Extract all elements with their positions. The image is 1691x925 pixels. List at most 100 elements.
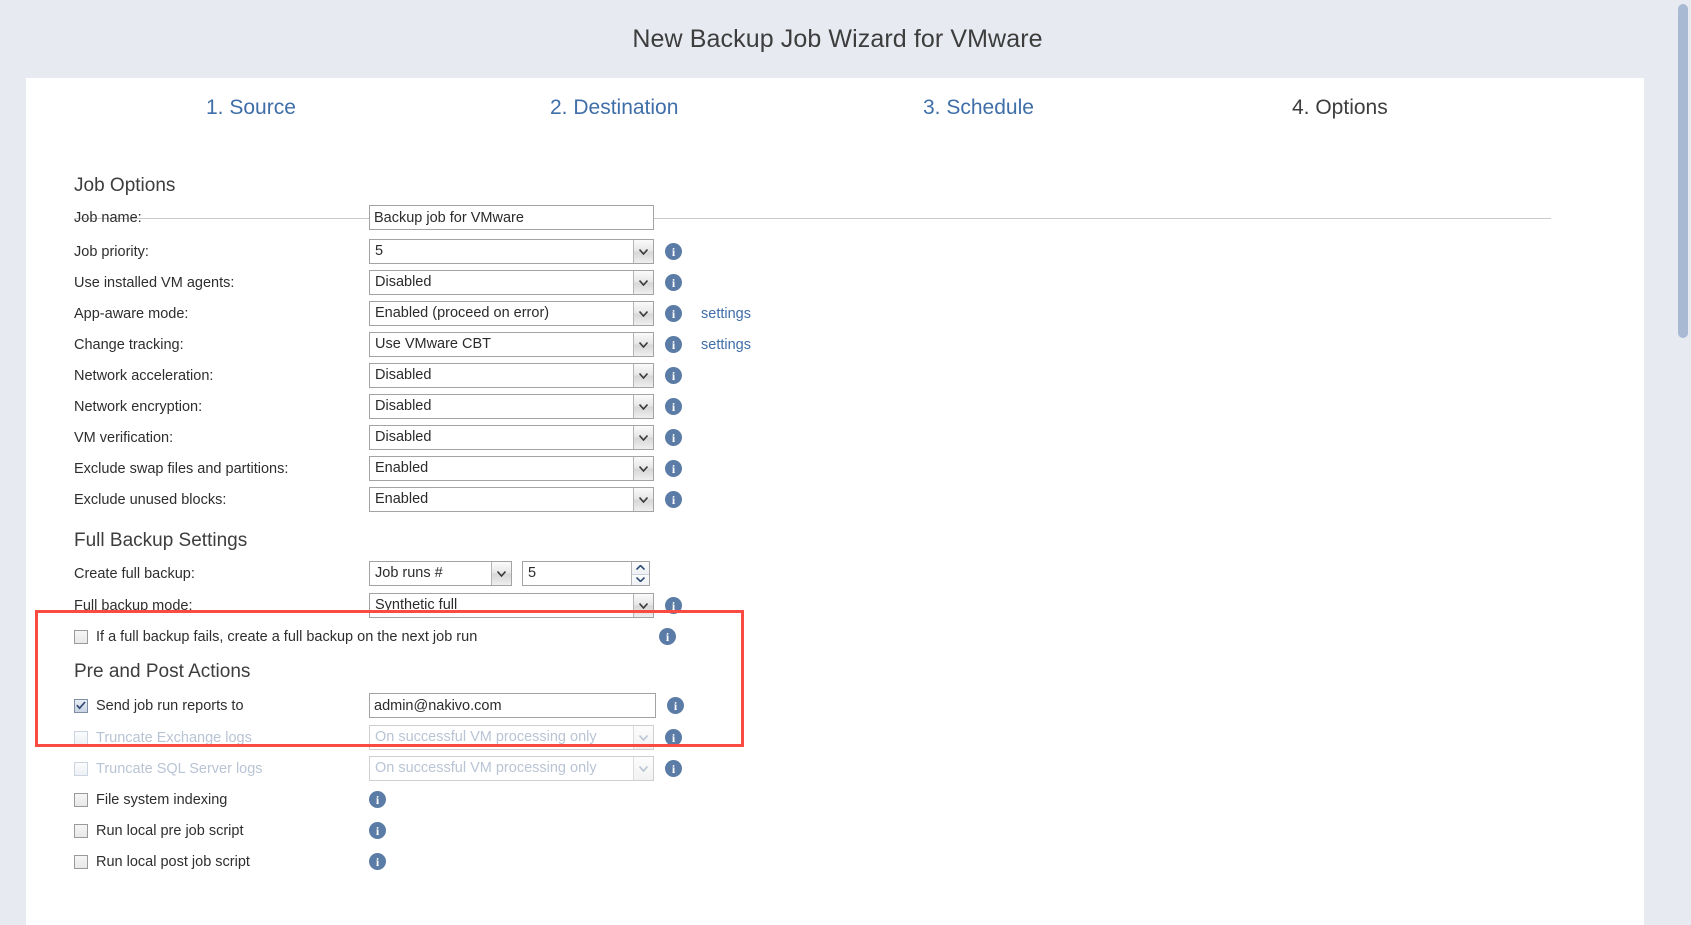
send-job-run-reports-info-icon[interactable]: i — [667, 697, 684, 714]
network-encryption-select[interactable]: Disabled — [369, 394, 654, 419]
stepper-up-icon[interactable] — [631, 562, 649, 574]
wizard-step-options[interactable]: 4. Options — [1292, 96, 1388, 120]
exclude-swap-files-label: Exclude swap files and partitions: — [74, 461, 369, 477]
vm-verification-info-icon[interactable]: i — [665, 429, 682, 446]
row-truncate-exchange-logs: Truncate Exchange logs On successful VM … — [74, 722, 682, 753]
retry-full-backup-info-icon[interactable]: i — [659, 628, 676, 645]
file-system-indexing-info-icon[interactable]: i — [369, 791, 386, 808]
create-full-backup-label: Create full backup: — [74, 566, 369, 582]
chevron-down-icon — [633, 333, 653, 356]
network-acceleration-value: Disabled — [375, 367, 431, 383]
chevron-down-icon — [633, 364, 653, 387]
send-job-run-reports-label[interactable]: Send job run reports to — [96, 698, 244, 714]
job-name-input[interactable] — [369, 205, 654, 230]
page-scrollbar-thumb[interactable] — [1678, 4, 1688, 338]
row-truncate-sql-logs: Truncate SQL Server logs On successful V… — [74, 753, 682, 784]
create-full-backup-mode-select[interactable]: Job runs # — [369, 561, 512, 586]
create-full-backup-count-value: 5 — [528, 565, 536, 581]
page-scrollbar-track[interactable] — [1675, 0, 1691, 925]
row-use-installed-vm-agents: Use installed VM agents: Disabled i — [74, 267, 682, 298]
exclude-unused-blocks-value: Enabled — [375, 491, 428, 507]
row-full-backup-mode: Full backup mode: Synthetic full i — [74, 590, 682, 621]
job-options-section-title: Job Options — [74, 175, 175, 197]
send-job-run-reports-checkbox[interactable] — [74, 699, 88, 713]
job-priority-label: Job priority: — [74, 244, 369, 260]
row-app-aware-mode: App-aware mode: Enabled (proceed on erro… — [74, 298, 751, 329]
send-job-run-reports-email-input[interactable] — [369, 693, 656, 718]
job-priority-select[interactable]: 5 — [369, 239, 654, 264]
vm-verification-value: Disabled — [375, 429, 431, 445]
row-create-full-backup: Create full backup: Job runs # 5 — [74, 558, 650, 589]
chevron-down-icon — [633, 757, 653, 780]
chevron-down-icon — [633, 488, 653, 511]
run-local-post-job-script-info-icon[interactable]: i — [369, 853, 386, 870]
truncate-exchange-logs-info-icon[interactable]: i — [665, 729, 682, 746]
network-encryption-info-icon[interactable]: i — [665, 398, 682, 415]
chevron-down-icon — [633, 594, 653, 617]
create-full-backup-count-stepper[interactable]: 5 — [522, 561, 650, 586]
chevron-down-icon — [633, 726, 653, 749]
row-change-tracking: Change tracking: Use VMware CBT i settin… — [74, 329, 751, 360]
run-local-pre-job-script-label[interactable]: Run local pre job script — [96, 823, 244, 839]
full-backup-mode-select[interactable]: Synthetic full — [369, 593, 654, 618]
wizard-step-nav: 1. Source 2. Destination 3. Schedule 4. … — [48, 78, 1622, 140]
exclude-unused-blocks-label: Exclude unused blocks: — [74, 492, 369, 508]
app-aware-mode-info-icon[interactable]: i — [665, 305, 682, 322]
truncate-exchange-logs-checkbox — [74, 731, 88, 745]
network-acceleration-info-icon[interactable]: i — [665, 367, 682, 384]
wizard-window: New Backup Job Wizard for VMware 1. Sour… — [0, 0, 1691, 925]
row-network-acceleration: Network acceleration: Disabled i — [74, 360, 682, 391]
row-run-local-pre-job-script: Run local pre job script i — [74, 815, 386, 846]
run-local-post-job-script-checkbox[interactable] — [74, 855, 88, 869]
row-exclude-unused-blocks: Exclude unused blocks: Enabled i — [74, 484, 682, 515]
exclude-swap-files-select[interactable]: Enabled — [369, 456, 654, 481]
chevron-down-icon — [633, 240, 653, 263]
run-local-pre-job-script-info-icon[interactable]: i — [369, 822, 386, 839]
job-name-label: Job name: — [74, 210, 369, 226]
wizard-step-schedule[interactable]: 3. Schedule — [923, 96, 1034, 120]
row-send-job-run-reports: Send job run reports to i — [74, 690, 684, 721]
vm-verification-select[interactable]: Disabled — [369, 425, 654, 450]
run-local-pre-job-script-checkbox[interactable] — [74, 824, 88, 838]
exclude-unused-blocks-info-icon[interactable]: i — [665, 491, 682, 508]
stepper-buttons — [631, 562, 649, 585]
job-priority-info-icon[interactable]: i — [665, 243, 682, 260]
row-job-priority: Job priority: 5 i — [74, 236, 682, 267]
network-acceleration-select[interactable]: Disabled — [369, 363, 654, 388]
pre-post-actions-section-title: Pre and Post Actions — [74, 661, 250, 683]
wizard-step-source[interactable]: 1. Source — [206, 96, 296, 120]
use-installed-vm-agents-info-icon[interactable]: i — [665, 274, 682, 291]
chevron-down-icon — [633, 302, 653, 325]
use-installed-vm-agents-select[interactable]: Disabled — [369, 270, 654, 295]
vm-verification-label: VM verification: — [74, 430, 369, 446]
app-aware-mode-select[interactable]: Enabled (proceed on error) — [369, 301, 654, 326]
change-tracking-info-icon[interactable]: i — [665, 336, 682, 353]
full-backup-mode-value: Synthetic full — [375, 597, 457, 613]
truncate-sql-logs-select: On successful VM processing only — [369, 756, 654, 781]
truncate-sql-logs-info-icon[interactable]: i — [665, 760, 682, 777]
exclude-swap-files-value: Enabled — [375, 460, 428, 476]
use-installed-vm-agents-value: Disabled — [375, 274, 431, 290]
exclude-unused-blocks-select[interactable]: Enabled — [369, 487, 654, 512]
stepper-down-icon[interactable] — [631, 574, 649, 586]
run-local-post-job-script-label[interactable]: Run local post job script — [96, 854, 250, 870]
chevron-down-icon — [633, 426, 653, 449]
chevron-down-icon — [633, 271, 653, 294]
full-backup-mode-label: Full backup mode: — [74, 598, 369, 614]
full-backup-mode-info-icon[interactable]: i — [665, 597, 682, 614]
app-aware-mode-settings-link[interactable]: settings — [701, 306, 751, 322]
exclude-swap-files-info-icon[interactable]: i — [665, 460, 682, 477]
retry-full-backup-checkbox[interactable] — [74, 630, 88, 644]
use-installed-vm-agents-label: Use installed VM agents: — [74, 275, 369, 291]
file-system-indexing-label[interactable]: File system indexing — [96, 792, 227, 808]
retry-full-backup-label[interactable]: If a full backup fails, create a full ba… — [96, 629, 477, 645]
truncate-sql-logs-checkbox — [74, 762, 88, 776]
chevron-down-icon — [633, 457, 653, 480]
app-aware-mode-value: Enabled (proceed on error) — [375, 305, 549, 321]
chevron-down-icon — [633, 395, 653, 418]
file-system-indexing-checkbox[interactable] — [74, 793, 88, 807]
wizard-step-destination[interactable]: 2. Destination — [550, 96, 678, 120]
truncate-sql-logs-label: Truncate SQL Server logs — [96, 761, 263, 777]
change-tracking-select[interactable]: Use VMware CBT — [369, 332, 654, 357]
change-tracking-settings-link[interactable]: settings — [701, 337, 751, 353]
